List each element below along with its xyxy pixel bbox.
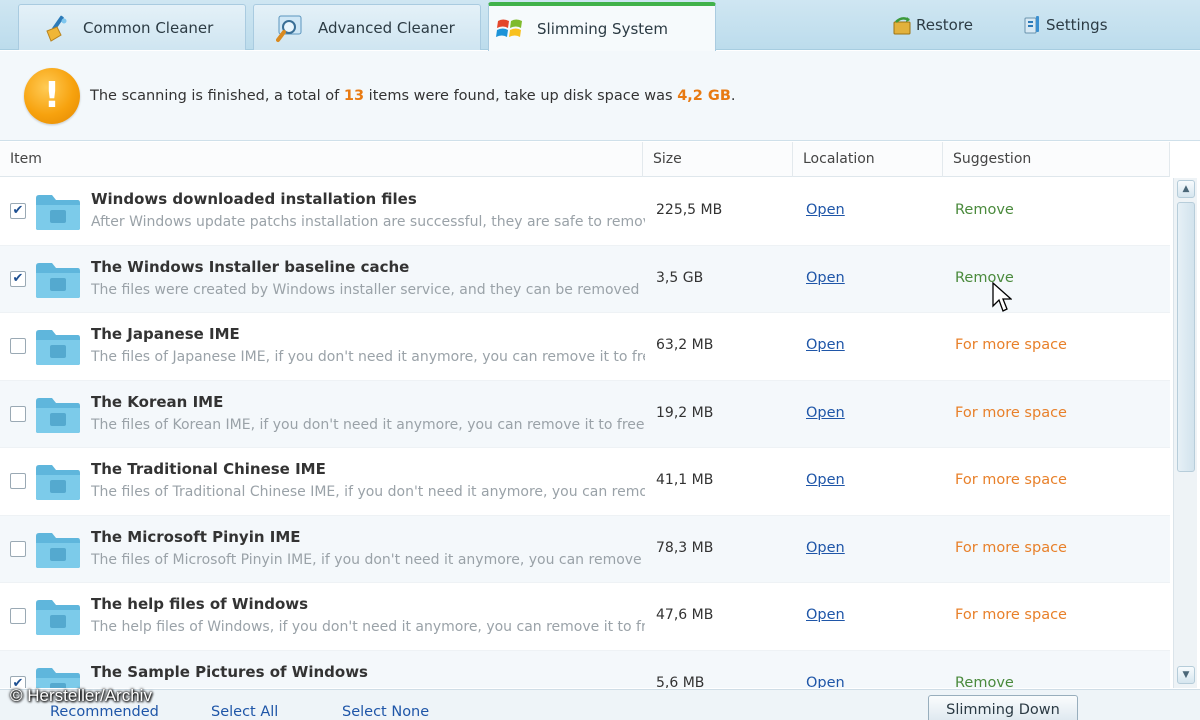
warning-icon: ! (24, 67, 80, 124)
footer-bar: Recommended Select All Select None Slimm… (0, 689, 1200, 720)
select-all-link[interactable]: Select All (211, 704, 278, 720)
restore-link[interactable]: Restore (892, 12, 973, 38)
row-suggestion: For more space (955, 539, 1067, 556)
row-title: The Traditional Chinese IME (91, 460, 326, 478)
tab-slimming-system[interactable]: Slimming System (488, 2, 716, 51)
row-size: 225,5 MB (656, 202, 723, 218)
tab-label: Slimming System (537, 19, 668, 38)
open-location-link[interactable]: Open (806, 540, 845, 556)
open-location-link[interactable]: Open (806, 202, 845, 218)
windows-logo-icon (495, 14, 525, 44)
row-title: The Windows Installer baseline cache (91, 257, 410, 276)
row-title: The Korean IME (91, 392, 224, 411)
select-none-link[interactable]: Select None (342, 704, 429, 720)
magnifier-icon (276, 13, 306, 43)
row-checkbox[interactable] (10, 338, 26, 354)
row-description: The files of Korean IME, if you don't ne… (91, 416, 645, 433)
scroll-thumb[interactable] (1177, 202, 1195, 472)
table-row[interactable]: The Japanese IME The files of Japanese IM… (0, 313, 1170, 381)
scan-result-banner: ! The scanning is finished, a total of 1… (0, 51, 1200, 141)
row-description: The help files of Windows, if you don't … (91, 619, 645, 635)
folder-icon (36, 262, 80, 298)
row-checkbox[interactable] (10, 540, 26, 557)
row-size: 41,1 MB (656, 472, 714, 488)
restore-label: Restore (916, 16, 973, 34)
row-size: 47,6 MB (656, 607, 714, 623)
row-suggestion: For more space (955, 472, 1067, 488)
vertical-scrollbar[interactable]: ▲ ▼ (1173, 178, 1197, 688)
slimming-down-button[interactable]: Slimming Down (928, 695, 1078, 720)
recommended-link[interactable]: Recommended (50, 704, 159, 720)
row-size: 19,2 MB (656, 404, 714, 421)
column-header-size[interactable]: Size (643, 142, 793, 177)
folder-icon (36, 465, 80, 500)
row-description: The files of Japanese IME, if you don't … (91, 349, 645, 365)
copyright-watermark: © Hersteller/Archiv (10, 686, 152, 705)
table-row[interactable]: The help files of Windows The help files … (0, 583, 1170, 651)
scan-result-text: The scanning is finished, a total of 13 … (90, 87, 736, 104)
tab-label: Common Cleaner (83, 18, 214, 37)
row-checkbox[interactable] (10, 473, 26, 489)
table-row[interactable]: The Traditional Chinese IME The files of … (0, 448, 1170, 516)
scroll-up-icon[interactable]: ▲ (1177, 180, 1195, 198)
row-checkbox[interactable] (10, 405, 26, 422)
table-row[interactable]: The Korean IME The files of Korean IME, i… (0, 380, 1170, 448)
open-location-link[interactable]: Open (806, 405, 845, 421)
column-header-location[interactable]: Localation (793, 142, 943, 177)
restore-icon (892, 14, 914, 36)
open-location-link[interactable]: Open (806, 270, 845, 286)
folder-icon (36, 532, 80, 568)
tab-advanced-cleaner[interactable]: Advanced Cleaner (253, 4, 481, 50)
row-checkbox[interactable]: ✔ (10, 203, 26, 219)
row-size: 3,5 GB (656, 269, 704, 286)
open-location-link[interactable]: Open (806, 675, 845, 689)
total-size: 4,2 GB (677, 87, 731, 104)
table-header: Item Size Localation Suggestion (0, 142, 1170, 177)
row-title: The Microsoft Pinyin IME (91, 527, 301, 546)
row-title: The Japanese IME (91, 325, 240, 343)
table-row[interactable]: The Microsoft Pinyin IME The files of Mic… (0, 515, 1170, 583)
row-description: After Windows update patchs installation… (91, 214, 645, 230)
settings-link[interactable]: Settings (1022, 12, 1108, 38)
row-size: 78,3 MB (656, 539, 714, 556)
settings-icon (1022, 14, 1044, 36)
table-row[interactable]: ✔ Windows downloaded installation files Af… (0, 178, 1170, 246)
row-suggestion: Remove (955, 674, 1014, 689)
row-suggestion: For more space (955, 607, 1067, 623)
column-header-item[interactable]: Item (0, 142, 643, 177)
folder-icon (36, 667, 80, 688)
row-description: The files were created by Windows instal… (91, 281, 640, 298)
open-location-link[interactable]: Open (806, 607, 845, 623)
folder-icon (36, 600, 80, 635)
open-location-link[interactable]: Open (806, 337, 845, 353)
row-checkbox[interactable] (10, 608, 26, 624)
tab-bar: Common Cleaner Advanced Cleaner Slimming… (0, 0, 1200, 51)
table-row[interactable]: ✔ The Sample Pictures of Windows 5,6 MB Ope… (0, 650, 1170, 689)
tab-common-cleaner[interactable]: Common Cleaner (18, 4, 246, 50)
row-size: 63,2 MB (656, 337, 714, 353)
item-list: ✔ Windows downloaded installation files Af… (0, 178, 1170, 688)
broom-icon (41, 13, 71, 43)
settings-label: Settings (1046, 16, 1108, 34)
row-suggestion: For more space (955, 404, 1067, 421)
open-location-link[interactable]: Open (806, 472, 845, 488)
tab-label: Advanced Cleaner (318, 18, 455, 37)
folder-icon (36, 397, 80, 433)
row-suggestion: For more space (955, 337, 1067, 353)
row-size: 5,6 MB (656, 674, 705, 689)
item-count: 13 (343, 87, 365, 104)
row-title: Windows downloaded installation files (91, 190, 417, 208)
row-description: The files of Microsoft Pinyin IME, if yo… (91, 551, 642, 568)
folder-icon (36, 195, 80, 230)
row-title: The Sample Pictures of Windows (91, 662, 368, 681)
row-checkbox[interactable]: ✔ (10, 270, 26, 287)
folder-icon (36, 330, 80, 365)
mouse-cursor-icon (992, 282, 1012, 312)
column-header-suggestion[interactable]: Suggestion (943, 142, 1170, 177)
row-suggestion: Remove (955, 202, 1014, 218)
row-description: The files of Traditional Chinese IME, if… (91, 484, 645, 500)
row-title: The help files of Windows (91, 595, 309, 613)
scroll-down-icon[interactable]: ▼ (1177, 666, 1195, 684)
